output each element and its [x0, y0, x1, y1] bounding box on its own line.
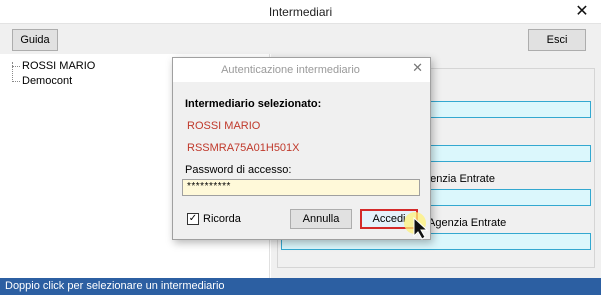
fiscal-code: RSSMRA75A01H501X — [187, 142, 300, 154]
dialog-titlebar: Autenticazione intermediario ✕ — [173, 58, 430, 82]
remember-checkbox[interactable]: ✓ — [187, 213, 199, 225]
dialog-close-icon[interactable]: ✕ — [412, 60, 423, 76]
password-input[interactable]: ********** — [182, 179, 420, 196]
mouse-cursor-icon — [404, 212, 429, 240]
tree-item-rossi-mario[interactable]: ROSSI MARIO — [22, 60, 95, 72]
tree-connector — [12, 66, 20, 67]
toolbar: Guida Esci — [0, 24, 601, 54]
tree-connector — [12, 81, 20, 82]
auth-dialog: Autenticazione intermediario ✕ Intermedi… — [172, 57, 431, 240]
agenzia-entrate-label-2: Agenzia Entrate — [428, 217, 507, 229]
selected-intermediary-heading: Intermediario selezionato: — [185, 98, 322, 110]
window-title: Intermediari — [268, 5, 333, 19]
agenzia-entrate-label-1: genzia Entrate — [424, 173, 495, 185]
password-label: Password di accesso: — [185, 164, 292, 176]
tree-item-democont[interactable]: Democont — [22, 75, 72, 87]
window-titlebar: Intermediari ✕ — [0, 0, 601, 24]
dialog-title: Autenticazione intermediario — [221, 64, 360, 76]
intermediary-name: ROSSI MARIO — [187, 120, 261, 132]
status-bar: Doppio click per selezionare un intermed… — [0, 278, 601, 295]
remember-label: Ricorda — [203, 213, 241, 225]
close-icon[interactable]: ✕ — [569, 1, 595, 21]
guida-button[interactable]: Guida — [12, 29, 58, 51]
esci-button[interactable]: Esci — [528, 29, 586, 51]
cancel-button[interactable]: Annulla — [290, 209, 352, 229]
tree-connector — [12, 62, 13, 82]
